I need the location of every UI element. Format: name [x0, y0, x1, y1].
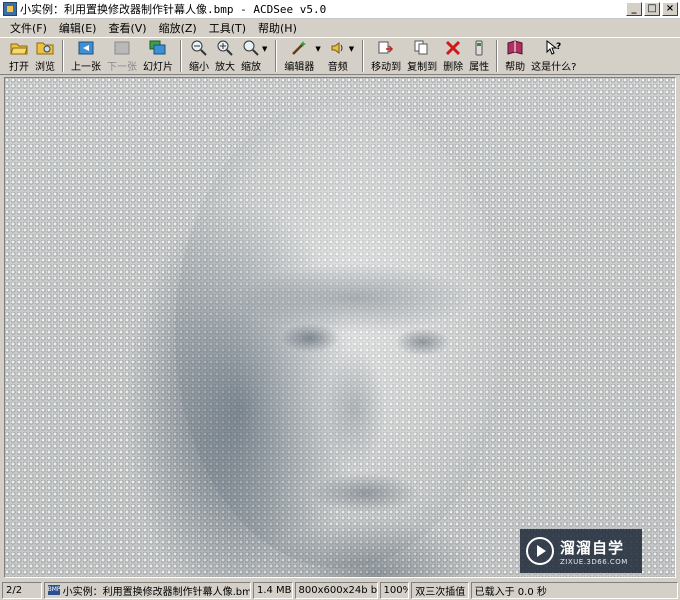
watermark: 溜溜自学 ZIXUE.3D66.COM: [520, 529, 642, 573]
menu-help[interactable]: 帮助(H): [252, 20, 303, 36]
open-button[interactable]: 打开: [6, 40, 32, 73]
toolbar-separator: [496, 40, 499, 72]
next-label: 下一张: [107, 62, 137, 73]
slideshow-label: 幻灯片: [143, 62, 173, 73]
toolbar-separator: [180, 40, 182, 72]
editor-dropdown-icon[interactable]: ▼: [315, 45, 320, 53]
audio-button[interactable]: 音频: [325, 40, 351, 73]
next-image-icon: [113, 40, 131, 56]
portrait-brow: [235, 263, 475, 333]
move-to-icon: [377, 40, 395, 56]
previous-image-icon: [77, 40, 95, 56]
help-label: 帮助: [505, 62, 526, 73]
whats-this-label: 这是什么?: [531, 62, 577, 73]
status-dimensions: 800x600x24b bmp: [294, 581, 378, 599]
zoom-in-label: 放大: [215, 62, 235, 73]
menu-edit[interactable]: 编辑(E): [53, 20, 103, 36]
zoom-in-button[interactable]: 放大: [212, 40, 238, 73]
status-size-text: 1.4 MB: [256, 584, 292, 596]
status-size: 1.4 MB: [252, 581, 293, 599]
portrait-right-eye: [395, 328, 450, 356]
watermark-url: ZIXUE.3D66.COM: [560, 557, 628, 566]
move-to-button[interactable]: 移动到: [368, 40, 404, 73]
status-load-time-text: 已载入于 0.0 秒: [474, 586, 547, 598]
play-logo-icon: [526, 537, 554, 565]
status-interpolation: 双三次插值: [411, 581, 469, 599]
menu-tools[interactable]: 工具(T): [203, 20, 252, 36]
properties-label: 属性: [469, 62, 490, 73]
status-page-text: 2/2: [6, 584, 23, 596]
prev-button[interactable]: 上一张: [68, 40, 104, 73]
delete-button[interactable]: 删除: [440, 40, 466, 73]
status-dimensions-text: 800x600x24b bmp: [298, 584, 378, 596]
zoom-out-label: 缩小: [189, 62, 209, 73]
help-book-icon: [506, 40, 524, 56]
copy-to-button[interactable]: 复制到: [404, 40, 440, 73]
delete-label: 删除: [443, 62, 464, 73]
portrait-nose: [325, 348, 385, 468]
close-button[interactable]: ×: [662, 2, 678, 16]
minimize-button[interactable]: _: [626, 2, 642, 16]
status-bar: 2/2 BMP 小实例：利用置换修改器制作针幕人像.bmp 1.4 MB 800…: [0, 580, 680, 600]
speaker-icon: [329, 40, 347, 56]
properties-button[interactable]: 属性: [466, 40, 492, 73]
zoom-out-icon: [190, 40, 208, 56]
delete-x-icon: [444, 40, 462, 56]
zoom-button[interactable]: 缩放: [238, 40, 264, 73]
portrait-left-eye: [280, 323, 340, 353]
copy-to-icon: [413, 40, 431, 56]
menu-view[interactable]: 查看(V): [102, 20, 152, 36]
svg-text:?: ?: [556, 42, 561, 52]
browse-icon: [36, 40, 54, 56]
browse-button[interactable]: 浏览: [32, 40, 58, 73]
status-page: 2/2: [2, 581, 42, 599]
magic-wand-icon: [290, 40, 308, 56]
menu-bar: 文件(F) 编辑(E) 查看(V) 缩放(Z) 工具(T) 帮助(H): [0, 19, 680, 37]
properties-icon: [470, 40, 488, 56]
open-label: 打开: [9, 62, 29, 73]
zoom-dropdown-icon[interactable]: ▼: [262, 45, 267, 53]
help-button[interactable]: 帮助: [502, 40, 528, 73]
menu-zoom[interactable]: 缩放(Z): [153, 20, 203, 36]
window-title: 小实例：利用置换修改器制作针幕人像.bmp - ACDSee v5.0: [20, 3, 327, 16]
copy-to-label: 复制到: [407, 62, 438, 73]
title-bar: 小实例：利用置换修改器制作针幕人像.bmp - ACDSee v5.0 _ □ …: [0, 0, 680, 19]
app-icon: [3, 2, 17, 16]
open-folder-icon: [10, 40, 28, 56]
toolbar-separator: [362, 40, 365, 72]
menu-file[interactable]: 文件(F): [4, 20, 53, 36]
zoom-in-icon: [216, 40, 234, 56]
browse-label: 浏览: [35, 62, 55, 73]
editor-label: 编辑器: [284, 62, 315, 73]
toolbar-separator: [62, 40, 64, 72]
status-load-time: 已载入于 0.0 秒: [470, 581, 678, 599]
zoom-out-button[interactable]: 缩小: [186, 40, 212, 73]
watermark-title: 溜溜自学: [560, 538, 625, 557]
slideshow-icon: [149, 40, 167, 56]
status-filename-text: 小实例：利用置换修改器制作针幕人像.bmp: [62, 586, 251, 598]
zoom-icon: [242, 40, 260, 56]
image-viewer[interactable]: [4, 77, 676, 578]
status-filename: BMP 小实例：利用置换修改器制作针幕人像.bmp: [43, 581, 251, 599]
status-interpolation-text: 双三次插值: [415, 586, 466, 598]
bmp-file-icon: BMP: [47, 585, 61, 595]
whats-this-icon: ?: [545, 40, 563, 56]
status-zoom: 100%: [379, 581, 410, 599]
next-button[interactable]: 下一张: [104, 40, 140, 73]
zoom-label: 缩放: [241, 62, 261, 73]
audio-dropdown-icon[interactable]: ▼: [349, 45, 354, 53]
editor-button[interactable]: 编辑器: [281, 40, 317, 73]
audio-label: 音频: [327, 62, 348, 73]
maximize-button[interactable]: □: [644, 2, 660, 16]
toolbar: 打开 浏览 上一张 下一张 幻灯片 缩小 放大 缩放 ▼ 编辑器 ▼ 音频 ▼ …: [0, 37, 680, 75]
status-zoom-text: 100%: [383, 584, 409, 596]
portrait-mouth: [310, 473, 420, 513]
whats-this-button[interactable]: ? 这是什么?: [528, 40, 579, 73]
prev-label: 上一张: [71, 62, 101, 73]
move-to-label: 移动到: [371, 62, 402, 73]
slideshow-button[interactable]: 幻灯片: [140, 40, 176, 73]
toolbar-separator: [275, 40, 278, 72]
